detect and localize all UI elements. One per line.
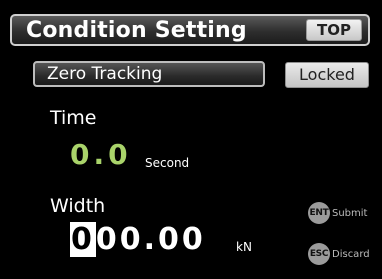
page-title: Condition Setting (26, 18, 247, 43)
top-button[interactable]: TOP (306, 19, 362, 41)
zero-tracking-button[interactable]: Zero Tracking (33, 61, 265, 87)
condition-setting-screen: Condition Setting TOP Zero Tracking Lock… (0, 0, 382, 279)
time-value[interactable]: 0.0 (70, 138, 132, 171)
discard-hint[interactable]: ESC Discard (308, 243, 370, 265)
submit-label: Submit (332, 207, 368, 219)
width-label: Width (50, 195, 106, 217)
width-cursor-digit[interactable]: 0 (70, 222, 96, 257)
submit-hint[interactable]: ENT Submit (308, 202, 367, 224)
zero-tracking-state-button[interactable]: Locked (285, 62, 369, 88)
title-bar: Condition Setting TOP (10, 14, 370, 46)
time-label: Time (50, 107, 97, 129)
width-value-input[interactable]: 000.00 (70, 222, 206, 257)
zero-tracking-label: Zero Tracking (47, 64, 163, 84)
width-unit: kN (236, 240, 252, 254)
width-value-rest: 00.00 (95, 222, 206, 257)
discard-label: Discard (332, 248, 370, 260)
time-unit: Second (145, 156, 190, 170)
ent-key-icon: ENT (308, 202, 330, 224)
esc-key-icon: ESC (308, 243, 330, 265)
